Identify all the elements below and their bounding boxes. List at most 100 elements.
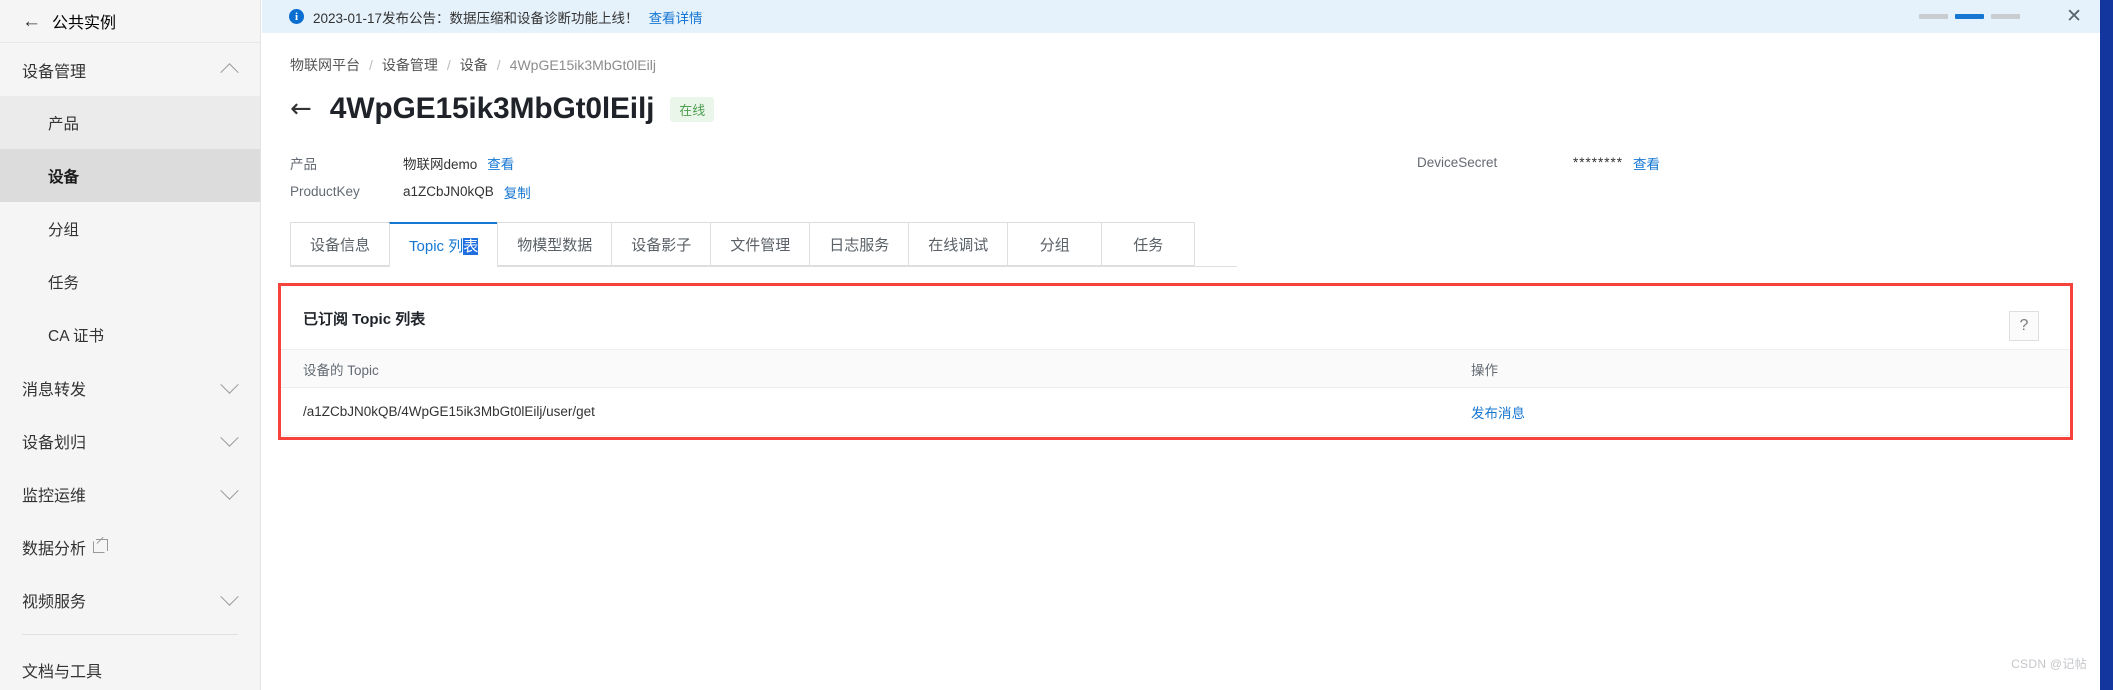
sidebar-divider [22,634,238,635]
panel-title: 已订阅 Topic 列表 [303,311,426,328]
tab-groups[interactable]: 分组 [1007,222,1102,266]
tab-label: 任务 [1133,236,1164,254]
sidebar-group-device-management[interactable]: 设备管理 [0,43,260,96]
sidebar-item-label: 任务 [48,274,80,292]
publish-message-link[interactable]: 发布消息 [1471,402,1525,422]
sidebar-item-groups[interactable]: 分组 [0,202,260,255]
sidebar-item-jobs[interactable]: 任务 [0,255,260,308]
announcement-text: 2023-01-17发布公告：数据压缩和设备诊断功能上线！ [313,10,639,26]
sidebar-item-ca-certificates[interactable]: CA 证书 [0,308,260,361]
sidebar-item-label: 文档与工具 [22,663,103,681]
sidebar-item-message-forwarding[interactable]: 消息转发 [0,361,260,414]
chevron-up-icon[interactable] [220,63,239,82]
arrow-left-icon[interactable]: ← [22,12,41,31]
help-button-holder: ? [2009,311,2039,341]
copy-product-key-link[interactable]: 复制 [504,182,531,202]
announcement-detail-link[interactable]: 查看详情 [649,7,703,27]
breadcrumb-item-platform[interactable]: 物联网平台 [290,55,360,75]
tab-label: Topic 列表 [409,237,479,255]
breadcrumb-item-current: 4WpGE15ik3MbGt0lEilj [509,57,656,73]
announcement-bar: i 2023-01-17发布公告：数据压缩和设备诊断功能上线！ 查看详情 ✕ [262,0,2100,33]
tab-topic-list[interactable]: Topic 列表 [389,222,498,267]
breadcrumb-separator: / [369,57,373,73]
chevron-down-icon[interactable] [220,375,239,394]
sidebar-item-device-assignment[interactable]: 设备划归 [0,414,260,467]
breadcrumb-item-device-management[interactable]: 设备管理 [382,55,438,75]
chevron-down-icon[interactable] [220,481,239,500]
instance-name: 公共实例 [52,15,117,32]
info-row-device-secret: DeviceSecret ******** 查看 [1417,148,1660,177]
info-label-product: 产品 [290,156,317,172]
tab-label: 设备影子 [631,236,692,254]
breadcrumb-separator: / [446,57,451,73]
page-header: ← 4WpGE15ik3MbGt0lEilj 在线 [262,75,2100,126]
sidebar-item-label: 产品 [48,115,80,133]
sidebar-item-label: 设备划归 [22,434,87,452]
breadcrumb: 物联网平台 / 设备管理 / 设备 / 4WpGE15ik3MbGt0lEilj [262,33,2100,75]
chevron-down-icon[interactable] [220,428,239,447]
breadcrumb-item-devices[interactable]: 设备 [460,55,488,75]
sidebar-item-video-service[interactable]: 视频服务 [0,573,260,626]
sidebar-item-products[interactable]: 产品 [0,96,260,149]
sidebar: ← 公共实例 设备管理 产品 设备 分组 任务 CA 证书 消息转发 设备划归 [0,0,261,690]
watermark: CSDN @记帖 [2011,657,2087,671]
help-label: ? [2019,317,2029,334]
carousel-dot-1[interactable] [1919,14,1949,19]
topic-list-panel-wrapper: 已订阅 Topic 列表 设备的 Topic 操作 /a1ZCbJN0kQB/4… [278,283,2073,440]
cell-topic: /a1ZCbJN0kQB/4WpGE15ik3MbGt0lEilj/user/g… [303,404,595,419]
arrow-left-icon[interactable]: ← [290,96,312,122]
carousel-dot-2[interactable] [1955,14,1985,19]
close-icon[interactable]: ✕ [2066,7,2082,26]
sidebar-item-docs-and-tools[interactable]: 文档与工具 [0,643,260,690]
breadcrumb-separator: / [496,57,501,73]
device-info-summary: 产品 物联网demo 查看 ProductKey a1ZCbJN0kQB 复制 … [262,148,2100,206]
tab-log-service[interactable]: 日志服务 [809,222,909,266]
sidebar-item-devices[interactable]: 设备 [0,149,260,202]
info-label-device-secret: DeviceSecret [1417,155,1498,170]
tab-online-debug[interactable]: 在线调试 [908,222,1008,266]
sidebar-group-label: 设备管理 [22,63,87,81]
sidebar-item-label: 分组 [48,221,80,239]
tab-label: 物模型数据 [517,236,593,254]
tab-device-shadow[interactable]: 设备影子 [611,222,711,266]
sidebar-item-monitoring-ops[interactable]: 监控运维 [0,467,260,520]
page-root: ← 公共实例 设备管理 产品 设备 分组 任务 CA 证书 消息转发 设备划归 [0,0,2113,690]
sidebar-item-data-analytics[interactable]: 数据分析 [0,520,260,573]
tab-device-info[interactable]: 设备信息 [290,222,390,266]
external-link-icon [93,538,109,553]
tab-jobs[interactable]: 任务 [1101,222,1196,266]
view-device-secret-link[interactable]: 查看 [1633,153,1660,173]
announcement-controls: ✕ [1919,7,2082,26]
chevron-down-icon[interactable] [220,587,239,606]
vertical-scrollbar[interactable] [2100,0,2113,690]
info-value-device-secret: ******** [1573,155,1624,170]
sidebar-item-label: 数据分析 [22,540,87,558]
question-mark-icon[interactable]: ? [2009,311,2039,341]
sidebar-item-label: CA 证书 [48,327,104,345]
info-circle-icon: i [289,9,304,24]
column-header-topic: 设备的 Topic [303,362,379,378]
instance-header[interactable]: ← 公共实例 [0,0,260,43]
sidebar-item-label: 视频服务 [22,593,87,611]
table-header-row: 设备的 Topic 操作 [281,349,2070,388]
page-title: 4WpGE15ik3MbGt0lEilj [329,92,655,125]
main-content: 物联网平台 / 设备管理 / 设备 / 4WpGE15ik3MbGt0lEilj… [262,33,2100,690]
tab-label-selection: 表 [463,237,479,255]
tab-label: 设备信息 [310,236,371,254]
info-row-product-key: ProductKey a1ZCbJN0kQB 复制 [262,177,2100,206]
carousel-indicators [1919,14,2021,19]
info-value-product-key: a1ZCbJN0kQB [403,184,494,199]
sidebar-item-label: 监控运维 [22,487,87,505]
view-product-link[interactable]: 查看 [487,153,514,173]
info-row-product: 产品 物联网demo 查看 [262,148,2100,177]
tab-tsl-data[interactable]: 物模型数据 [497,222,612,266]
tab-label: 日志服务 [829,236,890,254]
tab-file-management[interactable]: 文件管理 [710,222,810,266]
info-label-product-key: ProductKey [290,184,360,199]
subscribed-topic-panel: 已订阅 Topic 列表 设备的 Topic 操作 /a1ZCbJN0kQB/4… [278,283,2073,440]
carousel-dot-3[interactable] [1991,14,2021,19]
topic-table: 设备的 Topic 操作 /a1ZCbJN0kQB/4WpGE15ik3MbGt… [281,349,2070,436]
sidebar-item-label: 设备 [48,168,80,186]
device-detail-tabs: 设备信息 Topic 列表 物模型数据 设备影子 文件管理 日志服务 在线调试 … [290,222,1237,267]
column-header-action: 操作 [1471,362,1498,378]
